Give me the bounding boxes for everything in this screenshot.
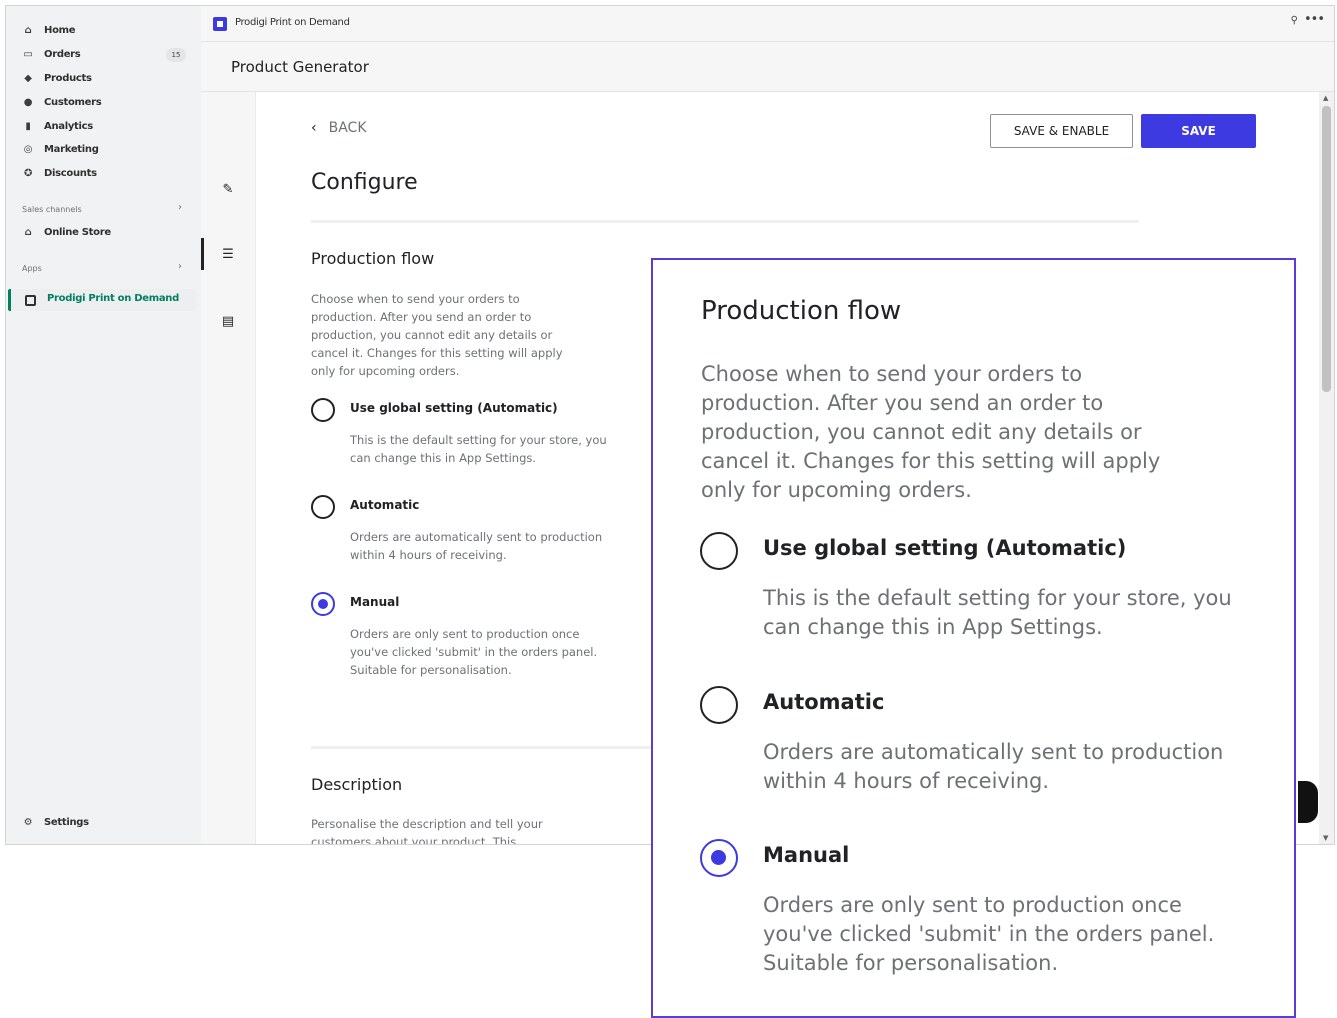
sidebar-item-label: Settings <box>44 816 89 828</box>
scroll-down-arrow-icon[interactable]: ▼ <box>1323 834 1328 842</box>
sales-channels-label: Sales channels <box>22 205 82 214</box>
sidebar-item-prodigi[interactable]: Prodigi Print on Demand <box>8 289 196 311</box>
pencil-icon[interactable]: ✎ <box>219 180 237 198</box>
chevron-left-icon: ‹ <box>311 120 317 136</box>
table-icon[interactable]: ▤ <box>219 312 237 330</box>
app-topbar: Prodigi Print on Demand ⚲ ••• <box>201 6 1334 42</box>
sidebar-item-label: Discounts <box>44 167 97 179</box>
radio-manual[interactable] <box>311 592 335 616</box>
zoom-radio-automatic[interactable] <box>700 686 738 724</box>
back-link[interactable]: ‹ BACK <box>311 120 367 136</box>
floating-chat-button[interactable] <box>1298 781 1318 823</box>
page-header-title: Product Generator <box>231 58 369 76</box>
zoom-radio-manual[interactable] <box>700 839 738 877</box>
tag-icon: ◆ <box>24 72 32 84</box>
save-enable-button[interactable]: SAVE & ENABLE <box>990 114 1133 148</box>
discount-icon: ✪ <box>23 167 33 179</box>
zoom-option-label: Automatic <box>763 690 885 714</box>
orders-icon: ▭ <box>23 48 33 60</box>
bar-chart-icon: ▮ <box>25 120 31 132</box>
option-description: This is the default setting for your sto… <box>350 433 607 465</box>
sidebar: ⌂ Home ▭ Orders 15 ◆ Products ● Customer… <box>6 6 201 844</box>
option-label: Automatic <box>350 498 420 512</box>
divider <box>311 220 1139 223</box>
sidebar-item-label: Marketing <box>44 143 99 155</box>
back-label: BACK <box>328 120 367 136</box>
app-name: Prodigi Print on Demand <box>235 17 350 28</box>
zoom-option-description: This is the default setting for your sto… <box>763 586 1232 639</box>
gear-icon: ⚙ <box>23 816 33 828</box>
target-icon: ◎ <box>23 143 33 155</box>
sidebar-item-online-store[interactable]: ⌂ Online Store <box>22 222 112 242</box>
scroll-up-arrow-icon[interactable]: ▲ <box>1323 94 1328 102</box>
zoom-radio-global-setting[interactable] <box>700 532 738 570</box>
zoom-option-description: Orders are only sent to production once … <box>763 893 1215 975</box>
sidebar-item-label: Customers <box>44 96 102 108</box>
chevron-right-icon[interactable]: › <box>178 261 182 272</box>
sidebar-item-analytics[interactable]: ▮ Analytics <box>22 116 93 136</box>
radio-global-setting[interactable] <box>311 398 335 422</box>
scrollbar[interactable]: ▲ ▼ <box>1319 92 1334 844</box>
zoom-option-label: Manual <box>763 843 850 867</box>
option-label: Use global setting (Automatic) <box>350 401 558 415</box>
page-header: Product Generator <box>201 42 1334 92</box>
sliders-icon[interactable]: ☰ <box>219 245 237 263</box>
orders-count-badge: 15 <box>166 48 186 62</box>
home-icon: ⌂ <box>24 24 32 36</box>
pin-icon[interactable]: ⚲ <box>1291 15 1298 26</box>
person-icon: ● <box>23 96 33 108</box>
sidebar-item-label: Orders <box>44 48 81 60</box>
sidebar-item-label: Analytics <box>44 120 93 132</box>
zoom-callout: Production flow Choose when to send your… <box>651 258 1296 1018</box>
sidebar-item-label: Products <box>44 72 92 84</box>
scrollbar-thumb[interactable] <box>1322 106 1331 392</box>
description-section-title: Description <box>311 775 403 794</box>
app-logo-icon <box>213 17 227 31</box>
sidebar-item-discounts[interactable]: ✪ Discounts <box>22 163 97 183</box>
sidebar-item-marketing[interactable]: ◎ Marketing <box>22 139 99 159</box>
production-flow-title: Production flow <box>311 249 435 268</box>
more-icon[interactable]: ••• <box>1304 12 1325 27</box>
sidebar-item-label: Prodigi Print on Demand <box>47 293 179 304</box>
production-flow-description: Choose when to send your orders to produ… <box>311 292 563 378</box>
option-description: Orders are only sent to production once … <box>350 627 598 677</box>
app-icon <box>25 295 36 306</box>
sidebar-item-label: Online Store <box>44 226 111 238</box>
option-description: Orders are automatically sent to product… <box>350 530 603 562</box>
zoom-option-description: Orders are automatically sent to product… <box>763 740 1224 793</box>
radio-automatic[interactable] <box>311 495 335 519</box>
chevron-right-icon[interactable]: › <box>178 202 182 213</box>
save-button[interactable]: SAVE <box>1141 114 1256 148</box>
page-title: Configure <box>311 170 418 195</box>
store-icon: ⌂ <box>24 226 32 238</box>
sidebar-item-products[interactable]: ◆ Products <box>22 68 92 88</box>
sidebar-item-orders[interactable]: ▭ Orders <box>22 44 80 64</box>
zoom-production-flow-title: Production flow <box>701 296 902 326</box>
sidebar-item-customers[interactable]: ● Customers <box>22 92 102 112</box>
description-section-text: Personalise the description and tell you… <box>311 817 543 845</box>
apps-label: Apps <box>22 264 42 273</box>
sidebar-item-settings[interactable]: ⚙ Settings <box>22 812 89 832</box>
sidebar-item-home[interactable]: ⌂ Home <box>22 20 76 40</box>
zoom-production-flow-description: Choose when to send your orders to produ… <box>701 362 1161 502</box>
editor-rail: ✎ ☰ ▤ <box>201 92 256 844</box>
zoom-option-label: Use global setting (Automatic) <box>763 536 1127 560</box>
option-label: Manual <box>350 595 400 609</box>
rail-active-indicator <box>201 238 204 270</box>
sidebar-item-label: Home <box>44 24 76 36</box>
